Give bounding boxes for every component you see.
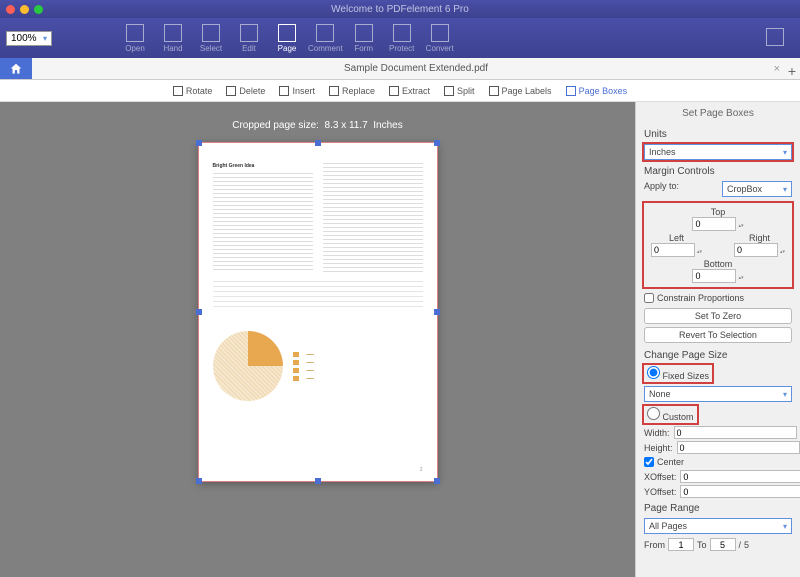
margin-controls-label: Margin Controls — [636, 162, 800, 179]
crop-handle[interactable] — [434, 140, 440, 146]
revert-button[interactable]: Revert To Selection — [644, 327, 792, 343]
crop-handle[interactable] — [434, 478, 440, 484]
page-boxes-panel: Set Page Boxes Units Inches▾ Margin Cont… — [635, 102, 800, 577]
margin-left-input[interactable] — [651, 243, 695, 257]
zoom-select[interactable]: 100%▾ — [6, 31, 52, 46]
crop-size-label: Cropped page size: 8.3 x 11.7 Inches — [232, 120, 403, 131]
page-range-select[interactable]: All Pages▾ — [644, 518, 792, 534]
page-range-label: Page Range — [636, 499, 800, 516]
subtool-insert[interactable]: Insert — [279, 86, 315, 96]
crop-handle[interactable] — [434, 309, 440, 315]
panel-title: Set Page Boxes — [636, 102, 800, 125]
subtool-delete[interactable]: Delete — [226, 86, 265, 96]
tool-comment[interactable]: Comment — [306, 22, 345, 55]
width-input[interactable] — [674, 426, 797, 439]
margin-right-input[interactable] — [734, 243, 778, 257]
tool-form[interactable]: Form — [345, 22, 383, 55]
margin-bottom-input[interactable] — [692, 269, 736, 283]
subtool-split[interactable]: Split — [444, 86, 475, 96]
crop-handle[interactable] — [315, 140, 321, 146]
crop-handle[interactable] — [196, 478, 202, 484]
pie-chart — [213, 331, 283, 401]
tool-page[interactable]: Page — [268, 22, 306, 55]
page-subtoolbar: Rotate Delete Insert Replace Extract Split Pag… — [0, 80, 800, 102]
layout-view-button[interactable] — [756, 26, 794, 50]
change-page-size-label: Change Page Size — [636, 346, 800, 363]
titlebar: Welcome to PDFelement 6 Pro — [0, 0, 800, 18]
crop-handle[interactable] — [196, 140, 202, 146]
yoffset-input[interactable] — [680, 485, 800, 498]
set-to-zero-button[interactable]: Set To Zero — [644, 308, 792, 324]
tool-edit[interactable]: Edit — [230, 22, 268, 55]
close-window-button[interactable] — [6, 5, 15, 14]
fixed-size-select[interactable]: None▾ — [644, 386, 792, 402]
tool-convert[interactable]: Convert — [421, 22, 459, 55]
tool-select[interactable]: Select — [192, 22, 230, 55]
margin-top-input[interactable] — [692, 217, 736, 231]
center-checkbox[interactable] — [644, 457, 654, 467]
margin-inputs-group: Top▴▾ Left▴▾ Right▴▾ Bottom▴▾ — [642, 201, 794, 289]
subtool-page-boxes[interactable]: Page Boxes — [566, 86, 628, 96]
subtool-replace[interactable]: Replace — [329, 86, 375, 96]
crop-handle[interactable] — [315, 478, 321, 484]
tool-hand[interactable]: Hand — [154, 22, 192, 55]
home-tab[interactable] — [0, 58, 32, 79]
subtool-rotate[interactable]: Rotate — [173, 86, 213, 96]
from-input[interactable] — [668, 538, 694, 551]
tab-bar: Sample Document Extended.pdf × + — [0, 58, 800, 80]
crop-handle[interactable] — [196, 309, 202, 315]
close-tab-button[interactable]: × — [774, 63, 780, 75]
tool-open[interactable]: Open — [116, 22, 154, 55]
page-preview[interactable]: Bright Green Idea ━━━━━━━━━━━━ 2 — [198, 142, 438, 482]
page-number: 2 — [420, 467, 423, 473]
apply-to-select[interactable]: CropBox▾ — [722, 181, 792, 197]
to-input[interactable] — [710, 538, 736, 551]
document-tab[interactable]: Sample Document Extended.pdf × + — [32, 63, 800, 74]
app-title: Welcome to PDFelement 6 Pro — [331, 4, 469, 15]
subtool-extract[interactable]: Extract — [389, 86, 430, 96]
xoffset-input[interactable] — [680, 470, 800, 483]
subtool-page-labels[interactable]: Page Labels — [489, 86, 552, 96]
chart-legend: ━━━━━━━━━━━━ — [293, 349, 314, 384]
fixed-sizes-radio[interactable] — [647, 366, 660, 379]
new-tab-button[interactable]: + — [788, 63, 796, 79]
main-toolbar: 100%▾ OpenHandSelectEditPageCommentFormP… — [0, 18, 800, 58]
document-canvas[interactable]: Cropped page size: 8.3 x 11.7 Inches Bri… — [0, 102, 635, 577]
constrain-checkbox[interactable] — [644, 293, 654, 303]
units-label: Units — [636, 125, 800, 142]
minimize-window-button[interactable] — [20, 5, 29, 14]
units-select[interactable]: Inches▾ — [644, 144, 792, 160]
apply-to-label: Apply to: — [644, 181, 679, 197]
home-icon — [9, 62, 23, 76]
tool-protect[interactable]: Protect — [383, 22, 421, 55]
height-input[interactable] — [677, 441, 800, 454]
maximize-window-button[interactable] — [34, 5, 43, 14]
custom-radio[interactable] — [647, 407, 660, 420]
